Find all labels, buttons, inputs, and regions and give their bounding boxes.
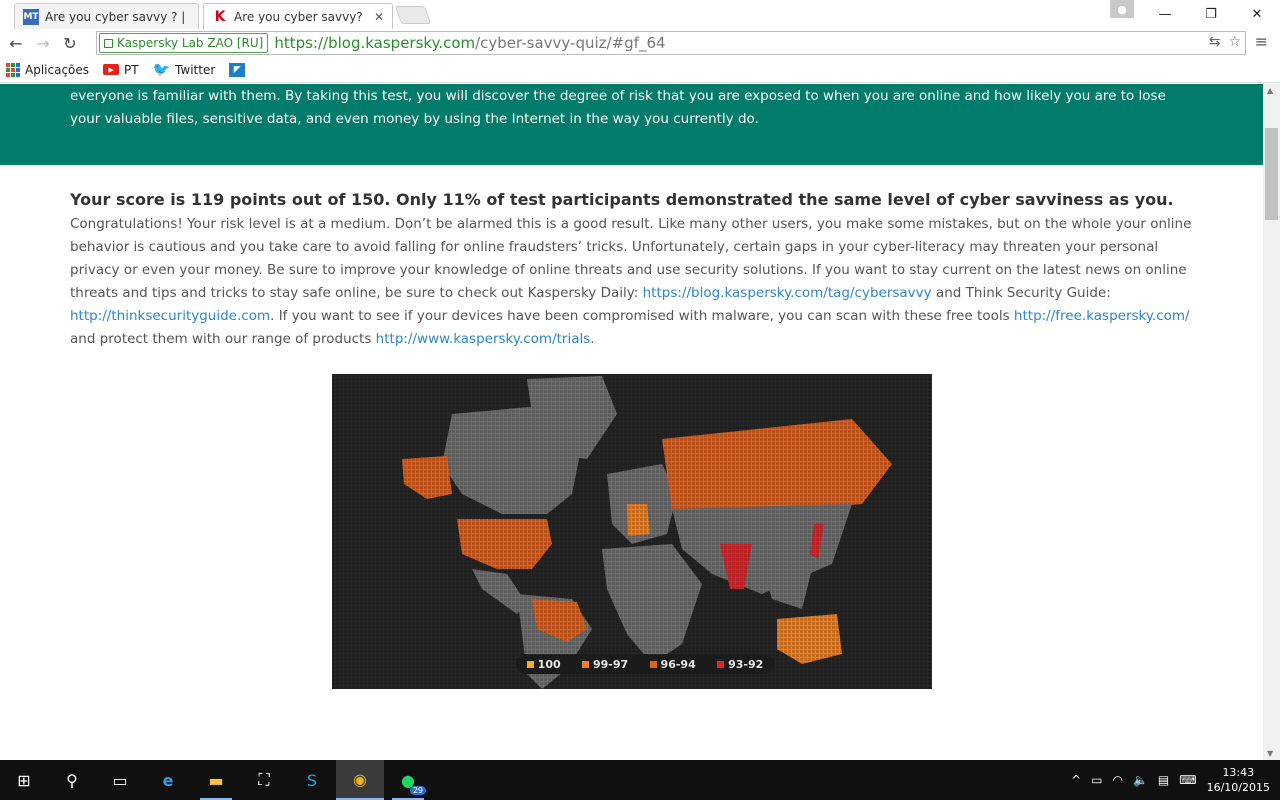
bookmark-apps[interactable]: Aplicações bbox=[6, 62, 90, 77]
bookmark-twitter[interactable]: 🐦 Twitter bbox=[153, 62, 216, 78]
ev-label: Kaspersky Lab ZAO [RU] bbox=[117, 36, 264, 50]
bookmark-label: PT bbox=[124, 62, 139, 77]
translate-icon[interactable]: ⇆ bbox=[1209, 34, 1221, 50]
restore-icon[interactable]: ❐ bbox=[1188, 0, 1234, 29]
legend-item: 100 bbox=[526, 657, 561, 671]
keyboard-icon[interactable]: ⌨ bbox=[1179, 773, 1196, 787]
result-text: . If you want to see if your devices hav… bbox=[270, 308, 1010, 324]
spotify-badge: 29 bbox=[409, 786, 426, 795]
twitter-icon: 🐦 bbox=[152, 61, 171, 78]
address-bar[interactable]: Kaspersky Lab ZAO [RU] https://blog.kasp… bbox=[96, 31, 1246, 55]
skype-icon[interactable]: S bbox=[288, 760, 336, 800]
world-map: 100 99-97 96-94 93-92 bbox=[332, 374, 932, 689]
map-legend: 100 99-97 96-94 93-92 bbox=[516, 654, 774, 674]
bookmark-label: Aplicações bbox=[25, 62, 90, 77]
kaspersky-daily-link[interactable]: https://blog.kaspersky.com/tag/cybersavv… bbox=[643, 285, 932, 301]
lock-icon bbox=[104, 38, 113, 48]
vertical-scrollbar[interactable]: ▲ ▼ bbox=[1263, 84, 1280, 760]
search-icon[interactable]: ⚲ bbox=[48, 760, 96, 800]
legend-swatch bbox=[717, 660, 725, 668]
legend-label: 93-92 bbox=[728, 657, 764, 671]
legend-item: 99-97 bbox=[582, 658, 628, 671]
free-tools-link[interactable]: http://free.kaspersky.com/ bbox=[1014, 308, 1190, 324]
banner-text: everyone is familiar with them. By takin… bbox=[70, 88, 1166, 127]
omnibox-icons: ⇆ ☆ bbox=[1209, 34, 1241, 50]
youtube-icon: ▶ bbox=[103, 64, 120, 75]
legend-item: 93-92 bbox=[717, 658, 763, 671]
show-hidden-icons-icon[interactable]: ^ bbox=[1071, 773, 1081, 787]
legend-swatch bbox=[526, 660, 534, 668]
url-path: /cyber-savvy-quiz/#gf_64 bbox=[475, 34, 666, 52]
task-view-icon[interactable]: ▭ bbox=[96, 760, 144, 800]
battery-icon[interactable]: ▭ bbox=[1091, 773, 1102, 787]
trials-link[interactable]: http://www.kaspersky.com/trials bbox=[376, 331, 591, 347]
minimize-icon[interactable]: — bbox=[1142, 0, 1188, 29]
windows-start-icon[interactable]: ⊞ bbox=[0, 760, 48, 800]
close-window-icon[interactable]: ✕ bbox=[1234, 0, 1280, 29]
reload-icon[interactable]: ↻ bbox=[59, 32, 81, 54]
ev-certificate-badge[interactable]: Kaspersky Lab ZAO [RU] bbox=[99, 33, 269, 53]
bookmark-pt[interactable]: ▶ PT bbox=[103, 63, 139, 77]
bookmark-app-icon: ◤ bbox=[229, 62, 246, 77]
volume-icon[interactable]: 🔈 bbox=[1133, 773, 1148, 787]
clock-time: 13:43 bbox=[1222, 766, 1255, 779]
user-profile-icon[interactable]: ● bbox=[1110, 0, 1134, 18]
taskbar: ⊞ ⚲ ▭ e ▬ ⛶ S ◉ ● 29 ^ ▭ ◠ 🔈 ▤ ⌨ 13:43 16… bbox=[0, 760, 1280, 800]
tab-title: Are you cyber savvy ? | Pa bbox=[45, 9, 190, 24]
legend-swatch bbox=[649, 660, 657, 668]
page-content: everyone is familiar with them. By takin… bbox=[0, 84, 1263, 760]
new-tab-button[interactable] bbox=[394, 6, 432, 24]
score-headline: Your score is 119 points out of 150. Onl… bbox=[70, 190, 1174, 209]
bookmark-app[interactable]: ◤ bbox=[229, 62, 246, 77]
think-security-link[interactable]: http://thinksecurityguide.com bbox=[70, 308, 270, 324]
system-tray: ^ ▭ ◠ 🔈 ▤ ⌨ 13:43 16/10/2015 bbox=[1071, 760, 1280, 800]
clock[interactable]: 13:43 16/10/2015 bbox=[1207, 765, 1270, 795]
result-text: . bbox=[590, 331, 595, 347]
legend-label: 100 bbox=[537, 657, 561, 671]
tab-title: Are you cyber savvy? | Kas bbox=[234, 9, 368, 24]
forward-arrow-icon[interactable]: → bbox=[32, 32, 54, 54]
bookmarks-bar: Aplicações ▶ PT 🐦 Twitter ◤ bbox=[0, 57, 1280, 83]
tab-favicon: MT bbox=[23, 8, 39, 25]
back-arrow-icon[interactable]: ← bbox=[5, 32, 27, 54]
store-icon[interactable]: ⛶ bbox=[240, 760, 288, 800]
bookmark-label: Twitter bbox=[175, 62, 216, 77]
clock-date: 16/10/2015 bbox=[1206, 781, 1270, 794]
legend-swatch bbox=[582, 660, 589, 668]
chrome-icon[interactable]: ◉ bbox=[336, 760, 384, 800]
window-controls: — ❐ ✕ bbox=[1142, 0, 1280, 29]
url-host: https://blog.kaspersky.com bbox=[274, 34, 476, 52]
browser-toolbar: ← → ↻ Kaspersky Lab ZAO [RU] https://blo… bbox=[0, 29, 1280, 57]
bookmark-star-icon[interactable]: ☆ bbox=[1228, 34, 1241, 50]
scroll-thumb[interactable] bbox=[1265, 128, 1278, 220]
legend-item: 96-94 bbox=[649, 657, 696, 671]
legend-label: 99-97 bbox=[593, 657, 629, 671]
result-text: and protect them with our range of produ… bbox=[70, 331, 372, 347]
tab-favicon: K bbox=[214, 8, 226, 25]
close-tab-icon[interactable]: ✕ bbox=[374, 10, 384, 24]
quiz-result: Your score is 119 points out of 150. Onl… bbox=[70, 188, 1192, 351]
notifications-icon[interactable]: ▤ bbox=[1158, 773, 1169, 787]
tab-active[interactable]: K Are you cyber savvy? | Kas ✕ bbox=[203, 3, 393, 29]
apps-icon bbox=[6, 62, 20, 77]
wifi-icon[interactable]: ◠ bbox=[1112, 773, 1122, 787]
world-map-svg bbox=[332, 374, 932, 689]
intro-banner: everyone is familiar with them. By takin… bbox=[0, 84, 1263, 165]
scroll-down-icon[interactable]: ▼ bbox=[1267, 749, 1273, 758]
legend-label: 96-94 bbox=[660, 657, 696, 671]
tab-inactive[interactable]: MT Are you cyber savvy ? | Pa bbox=[14, 3, 199, 29]
scroll-up-icon[interactable]: ▲ bbox=[1267, 86, 1273, 95]
url-text[interactable]: https://blog.kaspersky.com/cyber-savvy-q… bbox=[274, 34, 665, 52]
spotify-icon[interactable]: ● 29 bbox=[384, 760, 432, 800]
edge-icon[interactable]: e bbox=[144, 760, 192, 800]
file-explorer-icon[interactable]: ▬ bbox=[192, 760, 240, 800]
title-bar: MT Are you cyber savvy ? | Pa K Are you … bbox=[0, 0, 1280, 29]
result-text: and Think Security Guide: bbox=[935, 285, 1111, 301]
menu-icon[interactable]: ≡ bbox=[1255, 32, 1268, 51]
